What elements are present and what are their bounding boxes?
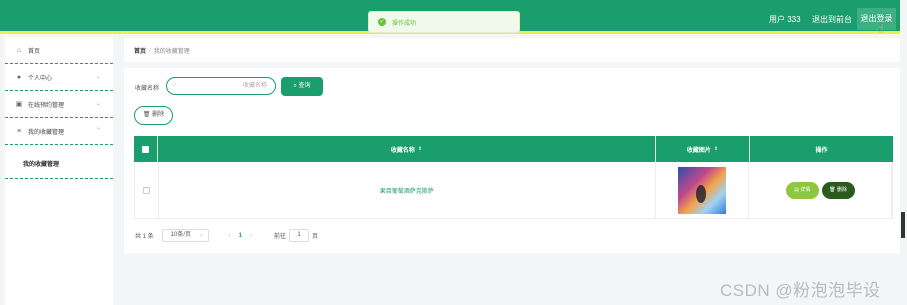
prev-page-button[interactable]: ‹ [229,233,231,239]
user-icon: ● [16,73,22,81]
row-checkbox[interactable] [142,186,150,194]
scrollbar-handle[interactable] [901,212,905,238]
column-header-actions: 操作 [750,136,893,162]
success-toast: ✓ 操作成功 [368,11,520,33]
breadcrumb-separator: / [149,49,151,55]
page-number-current[interactable]: 1 [239,233,242,239]
chevron-down-icon: ⌄ [95,74,101,80]
chevron-down-icon: ⌄ [198,232,204,238]
sidebar-item-favorites[interactable]: ≡ 我的收藏管理 ⌃ [5,118,113,145]
breadcrumb-current: 我的收藏管理 [153,49,190,55]
sidebar: ⌂ 首页 ● 个人中心 ⌄ ▣ 在线预约管理 ⌄ ≡ 我的收藏管理 ⌃ 我的收藏… [5,37,113,305]
main-content: 收藏名称 ○ ⌕ 查询 🗑 删除 收藏名称⇕ 收藏图片⇕ 操作 果目葡萄酒萨克斯… [124,68,900,253]
sidebar-item-label: 首页 [28,48,41,55]
select-all-cell[interactable] [134,136,158,162]
column-name-label: 收藏名称 [390,147,415,154]
page-size-value: 10条/页 [170,232,192,238]
goto-page-input[interactable]: 1 [289,229,310,242]
query-button-label: 查询 [298,83,311,89]
sidebar-item-appointments[interactable]: ▣ 在线预约管理 ⌄ [5,91,113,118]
row-select-cell[interactable] [135,162,159,218]
trash-icon: 🗑 [142,112,151,118]
table-row: 果目葡萄酒萨克斯萨 ▤ 详情 🗑 删除 [134,162,893,219]
breadcrumb-home[interactable]: 首页 [134,49,146,55]
username-label: 用户 333 [769,15,801,24]
column-header-image[interactable]: 收藏图片 ⇕ [656,136,750,162]
favorite-name-cell: 果目葡萄酒萨克斯萨 [159,162,656,218]
delete-button-label: 删除 [837,186,848,193]
page-size-select[interactable]: 10条/页 ⌄ [161,229,209,242]
sidebar-subitem-favorites[interactable]: 我的收藏管理 [5,145,113,179]
pagination-total: 共 1 条 [135,234,154,240]
batch-delete-button[interactable]: 🗑 删除 [134,106,173,125]
sidebar-item-label: 个人中心 [28,75,53,82]
delete-button[interactable]: 🗑 删除 [821,181,855,199]
search-label: 收藏名称 [135,86,160,92]
detail-button[interactable]: ▤ 详情 [785,181,819,199]
csdn-watermark: CSDN @粉泡泡毕设 [720,281,881,300]
sidebar-item-profile[interactable]: ● 个人中心 ⌄ [5,64,113,91]
next-page-button[interactable]: › [250,233,252,239]
goto-label: 前往 [274,234,287,240]
list-icon: ≡ [16,127,22,135]
sort-icon[interactable]: ⇕ [418,146,422,152]
home-icon: ⌂ [16,46,22,54]
back-to-frontend-link[interactable]: 退出到前台 [812,14,852,25]
favorite-image-cell [656,162,750,218]
check-circle-icon: ✓ [378,18,386,26]
chevron-up-icon: ⌃ [95,128,101,134]
page-unit-label: 页 [312,234,319,240]
toast-text: 操作成功 [392,20,417,27]
chevron-down-icon: ⌄ [95,101,101,107]
sort-icon[interactable]: ⇕ [714,146,718,152]
sidebar-item-label: 我的收藏管理 [28,129,65,136]
sidebar-item-label: 在线预约管理 [28,102,65,109]
column-header-name[interactable]: 收藏名称 ⇕ [158,136,656,162]
sidebar-item-home[interactable]: ⌂ 首页 [5,37,113,64]
trash-icon: 🗑 [829,186,836,193]
column-actions-label: 操作 [815,147,828,154]
column-image-label: 收藏图片 [686,147,711,154]
actions-cell: ▤ 详情 🗑 删除 [749,162,892,218]
search-icon: ⌕ [293,83,297,89]
batch-delete-label: 删除 [152,112,165,118]
favorite-thumbnail-image [678,166,726,214]
top-navbar: ✓ 操作成功 用户 333 退出到前台 退出登录 ☝ [0,0,900,35]
pointer-cursor-icon: ☝ [877,23,884,35]
query-button[interactable]: ⌕ 查询 [281,77,323,96]
pagination: 共 1 条 10条/页 ⌄ ‹ 1 › 前往 1 页 [135,229,318,242]
table-header: 收藏名称 ⇕ 收藏图片 ⇕ 操作 [134,136,893,162]
document-icon: ▣ [15,101,23,108]
favorites-table: 收藏名称 ⇕ 收藏图片 ⇕ 操作 果目葡萄酒萨克斯萨 ▤ 详情 🗑 删除 [134,136,893,219]
select-all-checkbox[interactable] [142,145,149,153]
breadcrumb: 首页 / 我的收藏管理 [124,38,900,62]
detail-button-label: 详情 [800,186,811,193]
search-icon: ○ [172,81,177,88]
search-input[interactable] [166,77,276,95]
document-icon: ▤ [794,186,799,193]
